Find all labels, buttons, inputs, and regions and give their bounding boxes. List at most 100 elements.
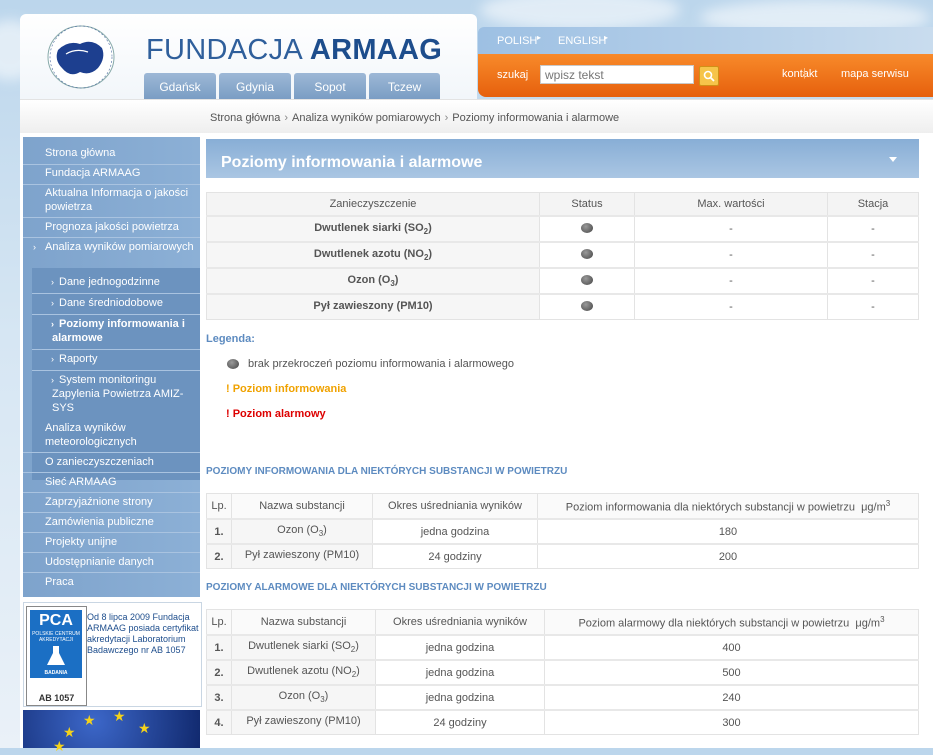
substance-name: Pył zawieszony (PM10) (231, 709, 376, 735)
city-tabs: Gdańsk Gdynia Sopot Tczew (144, 73, 440, 99)
sidebar-item-reports[interactable]: Raporty › (32, 352, 200, 366)
col-station: Stacja (827, 192, 919, 217)
table-header-row: Lp. Nazwa substancji Okres uśredniania w… (206, 493, 919, 520)
table-header-row: Lp. Nazwa substancji Okres uśredniania w… (206, 609, 919, 636)
alarm-levels-table: Lp. Nazwa substancji Okres uśredniania w… (206, 609, 919, 735)
level-value: 400 (544, 634, 919, 661)
gray-circle-icon (581, 222, 593, 233)
sidebar-item-label: Dane średniodobowe (59, 297, 163, 309)
nav-divider (32, 293, 200, 294)
brand-bold: ARMAAG (309, 34, 443, 66)
brand-regular: FUNDACJA (146, 34, 302, 66)
averaging-period: jedna godzina (375, 659, 545, 686)
table-row: 3. Ozon (O3) jedna godzina 240 (206, 684, 919, 711)
sidebar-item-foundation[interactable]: Fundacja ARMAAG (23, 166, 200, 180)
gray-circle-icon (581, 274, 593, 285)
sidebar-item-amiz-sys[interactable]: System monitoringu Zapylenia Powietrza A… (32, 373, 200, 415)
level-value: 500 (544, 659, 919, 686)
info-levels-heading: POZIOMY INFORMOWANIA DLA NIEKTÓRYCH SUBS… (206, 466, 568, 477)
level-value: 200 (537, 543, 919, 569)
row-lp: 2. (206, 543, 232, 569)
search-input[interactable] (540, 65, 694, 84)
tab-gdansk[interactable]: Gdańsk (144, 73, 216, 99)
sidebar-item-label: Projekty unijne (45, 536, 118, 548)
nav-divider (23, 572, 200, 573)
tab-sopot[interactable]: Sopot (294, 73, 366, 99)
chevron-right-icon: › (51, 319, 54, 329)
table-row: Ozon (O3) - - (206, 267, 919, 295)
chevron-right-icon: › (51, 298, 54, 308)
breadcrumb-analysis[interactable]: Analiza wyników pomiarowych (292, 112, 441, 124)
sitemap-link[interactable]: mapa serwisu (841, 68, 909, 80)
sidebar-item-data-sharing[interactable]: Udostępnianie danych (23, 555, 200, 569)
pca-logo-text: PCA (39, 612, 73, 629)
chevron-right-icon: › (51, 277, 54, 287)
sidebar-item-info-alarm-levels[interactable]: Poziomy informowania i alarmowe › (32, 317, 200, 345)
sidebar-item-jobs[interactable]: Praca (23, 575, 200, 589)
star-icon: ★ (53, 738, 66, 754)
sidebar-item-public-orders[interactable]: Zamówienia publiczne (23, 515, 200, 529)
table-header-row: Zanieczyszczenie Status Max. wartości St… (206, 192, 919, 217)
sidebar-item-daily-data[interactable]: Dane średniodobowe › (32, 296, 200, 310)
station-value: - (827, 293, 919, 320)
substance-name: Pył zawieszony (PM10) (231, 543, 373, 569)
nav-divider (23, 492, 200, 493)
sidebar-item-meteo-analysis[interactable]: Analiza wyników meteorologicznych (23, 421, 200, 449)
sidebar-item-forecast[interactable]: Prognoza jakości powietrza (23, 220, 200, 234)
search-button[interactable] (699, 66, 719, 86)
breadcrumb-bar: Strona główna › Analiza wyników pomiarowyc… (20, 99, 933, 134)
alarm-levels-heading: POZIOMY ALARMOWE DLA NIEKTÓRYCH SUBSTANC… (206, 582, 547, 593)
flask-icon (47, 646, 65, 665)
sidebar-item-current-info[interactable]: Aktualna Informacja o jakości powietrza (23, 186, 200, 214)
gray-circle-icon (581, 300, 593, 311)
sidebar-item-label: Analiza wyników meteorologicznych (45, 422, 137, 448)
site-header: FUNDACJA ARMAAG Gdańsk Gdynia Sopot Tcze… (20, 14, 477, 99)
table-row: Dwutlenek azotu (NO2) - - (206, 241, 919, 269)
station-value: - (827, 215, 919, 243)
averaging-period: 24 godziny (375, 709, 545, 735)
sidebar-item-pollution[interactable]: O zanieczyszczeniach (23, 455, 200, 469)
contact-link[interactable]: kontakt (782, 68, 817, 80)
lang-polish[interactable]: POLISH (497, 35, 537, 47)
gray-circle-icon (227, 359, 239, 370)
table-row: 2. Dwutlenek azotu (NO2) jedna godzina 5… (206, 659, 919, 686)
pollutant-name: Pył zawieszony (PM10) (206, 293, 540, 320)
search-bar: szukaj kontakt | mapa serwisu (478, 54, 933, 97)
triangle-down-icon[interactable] (889, 157, 897, 162)
sidebar-item-friendly-sites[interactable]: Zaprzyjaźnione strony (23, 495, 200, 509)
sidebar-item-hourly-data[interactable]: Dane jednogodzinne › (32, 275, 200, 289)
lang-english[interactable]: ENGLISH (558, 35, 606, 47)
chevron-right-icon: › (51, 375, 54, 385)
pca-text: Od 8 lipca 2009 Fundacja ARMAAG posiada … (87, 612, 199, 655)
pca-logo-subtitle: POLSKIE CENTRUM AKREDYTACJI (32, 631, 80, 643)
breadcrumb-home[interactable]: Strona główna (210, 112, 280, 124)
table-row: 2. Pył zawieszony (PM10) 24 godziny 200 (206, 543, 919, 569)
level-value: 180 (537, 518, 919, 545)
tab-tczew[interactable]: Tczew (369, 73, 440, 99)
col-substance: Nazwa substancji (231, 493, 373, 520)
max-value: - (634, 241, 828, 269)
pca-accreditation-banner[interactable]: PCA POLSKIE CENTRUM AKREDYTACJI BADANIA … (23, 602, 202, 707)
pollutant-name: Dwutlenek siarki (SO2) (206, 215, 540, 243)
nav-divider (23, 552, 200, 553)
sidebar-item-label: Zamówienia publiczne (45, 516, 154, 528)
sidebar-item-label: Analiza wyników pomiarowych (45, 241, 194, 253)
sidebar-item-network[interactable]: Sieć ARMAAG (23, 475, 200, 489)
armaag-logo[interactable] (46, 24, 116, 90)
sidebar-item-eu-projects[interactable]: Projekty unijne (23, 535, 200, 549)
pollutant-name: Ozon (O3) (206, 267, 540, 295)
link-separator: | (803, 67, 806, 79)
legend-info-level: ! Poziom informowania (226, 383, 347, 395)
sidebar-item-home[interactable]: Strona główna (23, 146, 200, 160)
sidebar-item-label: Sieć ARMAAG (45, 476, 117, 488)
station-value: - (827, 267, 919, 295)
nav-divider (23, 217, 200, 218)
sidebar-item-measurement-analysis[interactable]: › Analiza wyników pomiarowych (23, 240, 200, 268)
brand-name[interactable]: FUNDACJA ARMAAG (146, 34, 442, 67)
sidebar-item-label: Udostępnianie danych (45, 556, 154, 568)
eu-banner[interactable]: ★ ★ ★ ★ ★ (23, 708, 200, 754)
tab-gdynia[interactable]: Gdynia (219, 73, 291, 99)
legend-alarm-level: ! Poziom alarmowy (226, 408, 326, 420)
sidebar-item-label: Aktualna Informacja o jakości powietrza (45, 187, 189, 213)
max-value: - (634, 215, 828, 243)
